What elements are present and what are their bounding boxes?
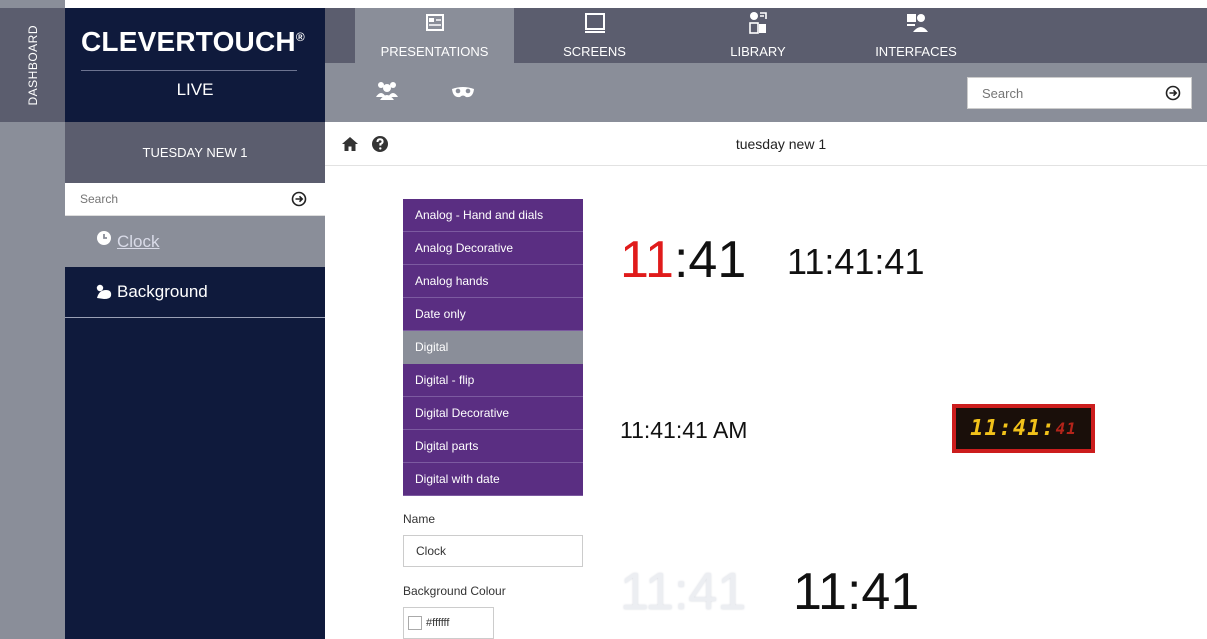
logo: CLEVERTOUCH® LIVE [65, 8, 325, 122]
name-label: Name [403, 512, 436, 526]
tab-interfaces-label: INTERFACES [875, 44, 957, 59]
led-display: 11:41: 41 [956, 408, 1091, 449]
sidebar-item-background-label: Background [117, 282, 208, 301]
tab-screens-label: SCREENS [563, 44, 626, 59]
tab-screens[interactable]: SCREENS [514, 8, 675, 63]
dashboard-tab-label: DASHBOARD [25, 24, 40, 106]
top-search-input[interactable] [968, 78, 1148, 108]
screen-icon [584, 13, 605, 33]
left-search-input[interactable] [65, 183, 265, 215]
name-field[interactable] [403, 535, 583, 567]
left-panel: TUESDAY NEW 1 Clock Background [65, 122, 325, 639]
style-item[interactable]: Digital Decorative [403, 397, 583, 430]
led-hours-minutes: 11:41: [970, 415, 1056, 441]
tab-library-label: LIBRARY [730, 44, 786, 59]
style-item[interactable]: Digital with date [403, 463, 583, 496]
mask-icon[interactable] [449, 79, 477, 103]
colour-swatch [408, 616, 422, 630]
sidebar-item-background[interactable]: Background [65, 267, 325, 318]
led-seconds: 41 [1055, 418, 1077, 438]
logo-sub: LIVE [176, 80, 214, 99]
background-colour-value: #ffffff [426, 617, 450, 629]
dashboard-tab[interactable]: DASHBOARD [0, 8, 65, 122]
sidebar-item-clock[interactable]: Clock [65, 216, 325, 267]
tab-presentations-label: PRESENTATIONS [380, 44, 489, 59]
presentations-icon [425, 14, 444, 31]
content-header: tuesday new 1 [325, 122, 1207, 166]
style-item[interactable]: Analog Decorative [403, 232, 583, 265]
tab-library[interactable]: LIBRARY [675, 8, 841, 63]
users-icon[interactable] [373, 79, 401, 103]
secondary-bar [325, 63, 1207, 122]
clock-preview-hour: 11 [620, 231, 674, 289]
background-colour-label: Background Colour [403, 584, 506, 598]
style-item[interactable]: Analog - Hand and dials [403, 199, 583, 232]
tab-presentations[interactable]: PRESENTATIONS [355, 8, 514, 63]
clock-preview-large[interactable]: 11:41 [793, 566, 919, 618]
clock-icon [97, 230, 111, 245]
style-item-selected[interactable]: Digital [403, 331, 583, 364]
top-search-box [967, 77, 1192, 109]
clock-preview-red-hour[interactable]: 11:41 [620, 234, 746, 286]
left-search-box [65, 183, 325, 216]
page-title: tuesday new 1 [735, 136, 827, 152]
logo-brand: CLEVERTOUCH® [81, 26, 305, 57]
style-item[interactable]: Analog hands [403, 265, 583, 298]
clock-preview-hms[interactable]: 11:41:41 [787, 244, 924, 280]
clock-style-list: Analog - Hand and dials Analog Decorativ… [403, 199, 583, 496]
library-icon [749, 12, 767, 34]
style-item[interactable]: Digital - flip [403, 364, 583, 397]
sidebar-item-clock-label: Clock [117, 231, 160, 251]
arrow-circle-right-icon[interactable] [1165, 85, 1181, 101]
background-colour-picker[interactable]: #ffffff [403, 607, 494, 639]
style-item[interactable]: Date only [403, 298, 583, 331]
style-item[interactable]: Digital parts [403, 430, 583, 463]
clock-preview-minutes: :41 [673, 231, 747, 289]
arrow-circle-right-icon[interactable] [291, 191, 307, 207]
top-tab-bar: PRESENTATIONS SCREENS LIBRARY INTERFACES [325, 8, 1207, 63]
tab-interfaces[interactable]: INTERFACES [841, 8, 991, 63]
interfaces-icon [907, 14, 928, 32]
clock-preview-ampm[interactable]: 11:41:41 AM [620, 419, 747, 442]
logo-divider [81, 70, 297, 71]
clock-preview-faded[interactable]: 11:41 [620, 566, 746, 618]
background-icon [96, 284, 112, 299]
presentation-title: TUESDAY NEW 1 [65, 122, 325, 183]
clock-preview-led[interactable]: 11:41: 41 [952, 404, 1095, 453]
